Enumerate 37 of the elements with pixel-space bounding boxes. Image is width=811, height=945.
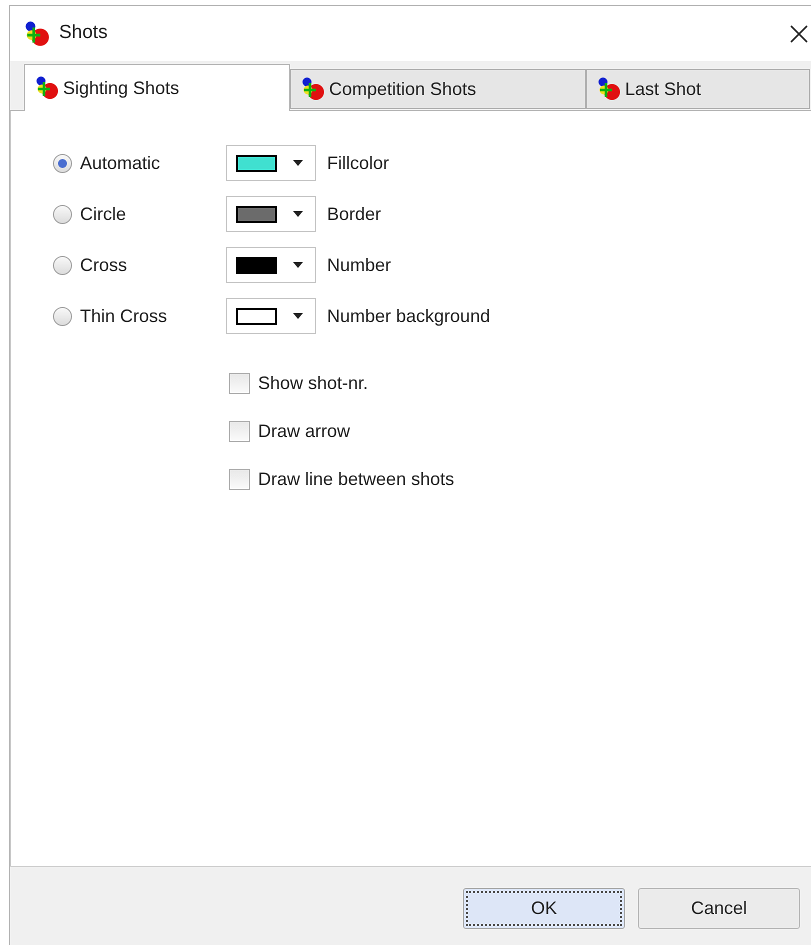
caret-icon bbox=[293, 211, 303, 217]
radio-label: Cross bbox=[80, 254, 128, 276]
dialog-button[interactable]: OK bbox=[463, 888, 625, 928]
target-shots-icon bbox=[301, 77, 325, 101]
caret-icon bbox=[293, 160, 303, 166]
color-dropdown[interactable] bbox=[226, 247, 316, 283]
color-dropdown[interactable] bbox=[226, 196, 316, 232]
target-shots-icon bbox=[597, 77, 621, 101]
dialog-button[interactable]: Cancel bbox=[638, 888, 800, 928]
color-label: Fillcolor bbox=[327, 152, 390, 174]
target-shots-icon bbox=[24, 20, 50, 46]
color-dropdown[interactable] bbox=[226, 298, 316, 334]
color-label: Number background bbox=[327, 304, 490, 328]
color-label: Border bbox=[327, 202, 382, 226]
radio-button[interactable] bbox=[53, 306, 72, 326]
caret-icon bbox=[293, 262, 303, 268]
caret-icon bbox=[293, 313, 303, 319]
window-title: Shots bbox=[59, 21, 108, 46]
radio-button[interactable] bbox=[53, 204, 72, 224]
tab[interactable]: Competition Shots bbox=[290, 69, 586, 109]
radio-label: Thin Cross bbox=[80, 304, 168, 328]
color-dropdown[interactable] bbox=[226, 145, 316, 181]
color-label: Number bbox=[327, 254, 392, 276]
radio-button[interactable] bbox=[53, 154, 72, 172]
checkbox[interactable] bbox=[229, 469, 250, 490]
radio-label: Automatic bbox=[80, 152, 160, 174]
close-icon[interactable] bbox=[790, 24, 808, 42]
checkbox[interactable] bbox=[229, 421, 250, 442]
checkbox-label: Show shot-nr. bbox=[258, 372, 368, 395]
checkbox-label: Draw line between shots bbox=[258, 468, 454, 491]
tab[interactable]: Sighting Shots bbox=[24, 64, 290, 111]
checkbox-label: Draw arrow bbox=[258, 420, 350, 443]
target-shots-icon bbox=[35, 76, 59, 100]
tab[interactable]: Last Shot bbox=[586, 69, 810, 109]
radio-button[interactable] bbox=[53, 256, 72, 274]
checkbox[interactable] bbox=[229, 373, 250, 394]
radio-label: Circle bbox=[80, 202, 126, 226]
